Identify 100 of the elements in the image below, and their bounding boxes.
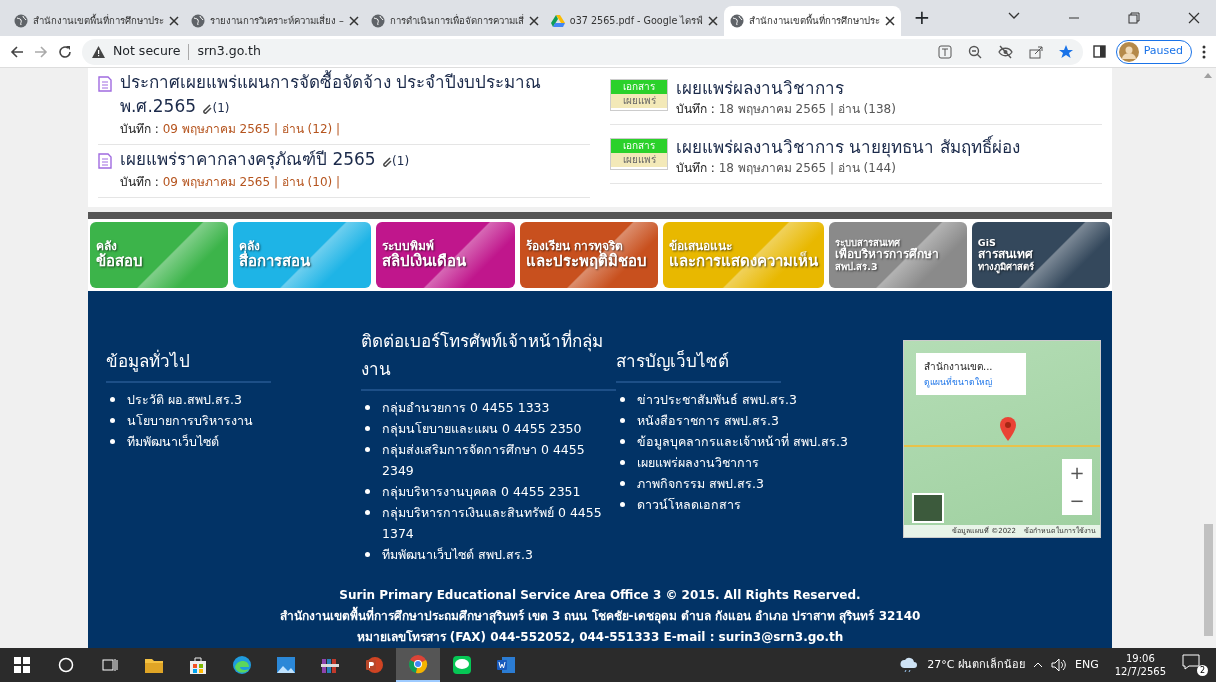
chevron-icon[interactable]: [1008, 12, 1020, 20]
bullet-icon: [620, 460, 625, 465]
footer-link[interactable]: หนังสือราชการ สพป.สร.3: [637, 410, 779, 431]
back-icon[interactable]: [10, 44, 24, 59]
banner-link[interactable]: ร้องเรียน การทุจริต และประพฤติมิชอบ: [519, 222, 658, 288]
cloud-rain-icon: [899, 657, 920, 673]
presentation-icon: [364, 655, 384, 675]
address-bar[interactable]: Not secure srn3.go.th: [82, 38, 1083, 65]
bullet-icon: [365, 510, 370, 515]
footer-heading: ข้อมูลทั่วไป: [106, 327, 271, 383]
close-icon[interactable]: [885, 16, 896, 26]
chevron-up-icon[interactable]: [1033, 662, 1043, 668]
close-icon[interactable]: [708, 16, 719, 26]
meta-label: บันทึก :: [120, 122, 159, 136]
share-icon[interactable]: [1028, 44, 1043, 59]
globe-icon: [730, 14, 745, 28]
footer-link[interactable]: กลุ่มส่งเสริมการจัดการศึกษา 0 4455 2349: [382, 439, 616, 481]
browser-icon: [232, 655, 252, 675]
news-title[interactable]: เผยแพร่ราคากลางครุภัณฑ์ปี 2565 (1): [120, 147, 410, 173]
footer-link[interactable]: กลุ่มนโยบายและแผน 0 4455 2350: [382, 418, 582, 439]
globe-icon: [370, 14, 385, 28]
bullet-icon: [620, 481, 625, 486]
footer-text: หมายเลขโทรสาร (FAX) 044-552052, 044-551333 E-mail : surin3@srn3.go.th: [355, 629, 845, 646]
banner-link[interactable]: ระบบพิมพ์ สลิปเงินเดือน: [376, 222, 515, 288]
footer-link[interactable]: ทีมพัฒนาเว็บไซต์: [127, 431, 219, 452]
document-badge: เอกสาร เผยแพร่: [610, 79, 668, 111]
zoom-out-icon[interactable]: [967, 44, 982, 59]
bullet-icon: [620, 439, 625, 444]
close-icon[interactable]: [528, 16, 539, 26]
bullet-icon: [620, 502, 625, 507]
map-card-title: สำนักงานเขต...: [924, 360, 994, 374]
browser-tab[interactable]: การดำเนินการเพื่อจัดการความเสี่: [364, 6, 545, 36]
footer-text: Surin Primary Educational Service Area Office 3 © 2015. All Rights Reserved.: [338, 587, 862, 604]
notification-count: 2: [1197, 665, 1208, 676]
more-icon[interactable]: [1202, 44, 1206, 59]
document-icon: [98, 76, 112, 92]
attachment-count: (1): [201, 101, 230, 115]
task-view-icon[interactable]: [102, 657, 118, 673]
satellite-thumbnail[interactable]: [912, 493, 944, 523]
weather-text: 27°C ฝนตกเล็กน้อย: [927, 656, 1025, 673]
footer-link[interactable]: ภาพกิจกรรม สพป.สร.3: [637, 473, 764, 494]
paperclip-icon: [201, 103, 213, 114]
clock[interactable]: 19:06 12/7/2565: [1106, 652, 1174, 678]
meta-text: 09 พฤษภาคม 2565 | อ่าน (12) |: [162, 122, 341, 136]
footer-link[interactable]: ประวัติ ผอ.สพป.สร.3: [127, 389, 242, 410]
bullet-icon: [110, 439, 115, 444]
footer-link[interactable]: กลุ่มบริหารการเงินและสินทรัพย์ 0 4455 1374: [382, 502, 616, 544]
browser-tab[interactable]: รายงานการวิเคราะห์ความเสี่ยง –: [185, 6, 365, 36]
translate-icon[interactable]: [937, 44, 952, 59]
paperclip-icon: [381, 156, 393, 167]
close-icon[interactable]: [169, 16, 179, 26]
browser-tab[interactable]: o37 2565.pdf - Google ไดรฟ์: [544, 6, 725, 36]
chat-bubble-icon: [452, 655, 472, 675]
bullet-icon: [620, 418, 625, 423]
map-link[interactable]: ดูแผนที่ขนาดใหญ่: [924, 377, 992, 387]
bullet-icon: [110, 418, 115, 423]
notification-button[interactable]: 2: [1182, 654, 1208, 676]
eye-slash-icon[interactable]: [997, 44, 1013, 59]
globe-icon: [14, 14, 28, 28]
bullet-icon: [365, 426, 370, 431]
restore-icon[interactable]: [1128, 12, 1140, 24]
warning-icon: [92, 45, 105, 58]
bullet-icon: [110, 397, 115, 402]
windows-icon[interactable]: [14, 657, 30, 673]
banner-link[interactable]: GiS สารสนเทศ ทางภูมิศาสตร์: [971, 222, 1111, 288]
document-icon: [98, 153, 112, 169]
news-title[interactable]: ประกาศเผยแพร่แผนการจัดซื้อจัดจ้าง ประจำปีงบประมาณ พ.ศ.2565 (1): [120, 70, 590, 120]
browser-tab[interactable]: สำนักงานเขตพื้นที่การศึกษาประ: [724, 6, 902, 36]
shopping-bag-icon: [188, 655, 208, 675]
footer-link[interactable]: กลุ่มอำนวยการ 0 4455 1333: [382, 397, 550, 418]
photo-icon: [276, 655, 296, 675]
footer-link[interactable]: ทีมพัฒนาเว็บไซต์ สพป.สร.3: [382, 544, 533, 565]
footer-heading: ติดต่อเบอร์โทรศัพท์เจ้าหน้าที่กลุ่มงาน: [361, 327, 616, 391]
news-title[interactable]: เผยแพร่ผลงานวิชาการ: [676, 76, 896, 100]
document-badge: เอกสาร เผยแพร่: [610, 138, 668, 170]
footer-heading: สารบัญเว็บไซต์: [616, 327, 781, 383]
scrollbar-thumb[interactable]: [1203, 524, 1213, 636]
language-indicator[interactable]: ENG: [1075, 656, 1099, 674]
footer-link[interactable]: เผยแพร่ผลงานวิชาการ: [637, 452, 759, 473]
footer-link[interactable]: กลุ่มบริหารงานบุคคล 0 4455 2351: [382, 481, 581, 502]
search-icon[interactable]: [58, 657, 74, 673]
footer-text: สำนักงานเขตพื้นที่การศึกษาประถมศึกษาสุรินทร์ เขต 3 ถนน โชคชัย-เดชอุดม ตำบล กังแอน อำเภอ ปราสาท สุรินทร์ 32140: [88, 606, 1112, 627]
new-tab-button[interactable]: +: [901, 2, 943, 36]
close-icon[interactable]: [348, 16, 359, 26]
meta-text: 18 พฤษภาคม 2565 | อ่าน (144): [718, 161, 896, 175]
close-icon[interactable]: [1188, 12, 1200, 24]
footer-link[interactable]: ดาวน์โหลดเอกสาร: [637, 494, 741, 515]
drive-icon: [550, 14, 565, 28]
bullet-icon: [365, 489, 370, 494]
avatar-icon: [1118, 41, 1139, 62]
footer-link[interactable]: ข่าวประชาสัมพันธ์ สพป.สร.3: [637, 389, 797, 410]
speaker-icon[interactable]: [1051, 658, 1067, 672]
footer-link[interactable]: ข้อมูลบุคลากรและเจ้าหน้าที่ สพป.สร.3: [637, 431, 848, 452]
star-icon[interactable]: [1058, 44, 1073, 59]
footer-link[interactable]: นโยบายการบริหารงาน: [127, 410, 253, 431]
globe-icon: [191, 14, 205, 28]
browser-tab[interactable]: สำนักงานเขตพื้นที่การศึกษาประ: [8, 6, 185, 36]
reload-icon[interactable]: [58, 44, 72, 59]
news-title[interactable]: เผยแพร่ผลงานวิชาการ นายยุทธนา สัมฤทธิ์ผ่อง: [676, 135, 1020, 159]
side-panel-icon[interactable]: [1092, 45, 1106, 58]
